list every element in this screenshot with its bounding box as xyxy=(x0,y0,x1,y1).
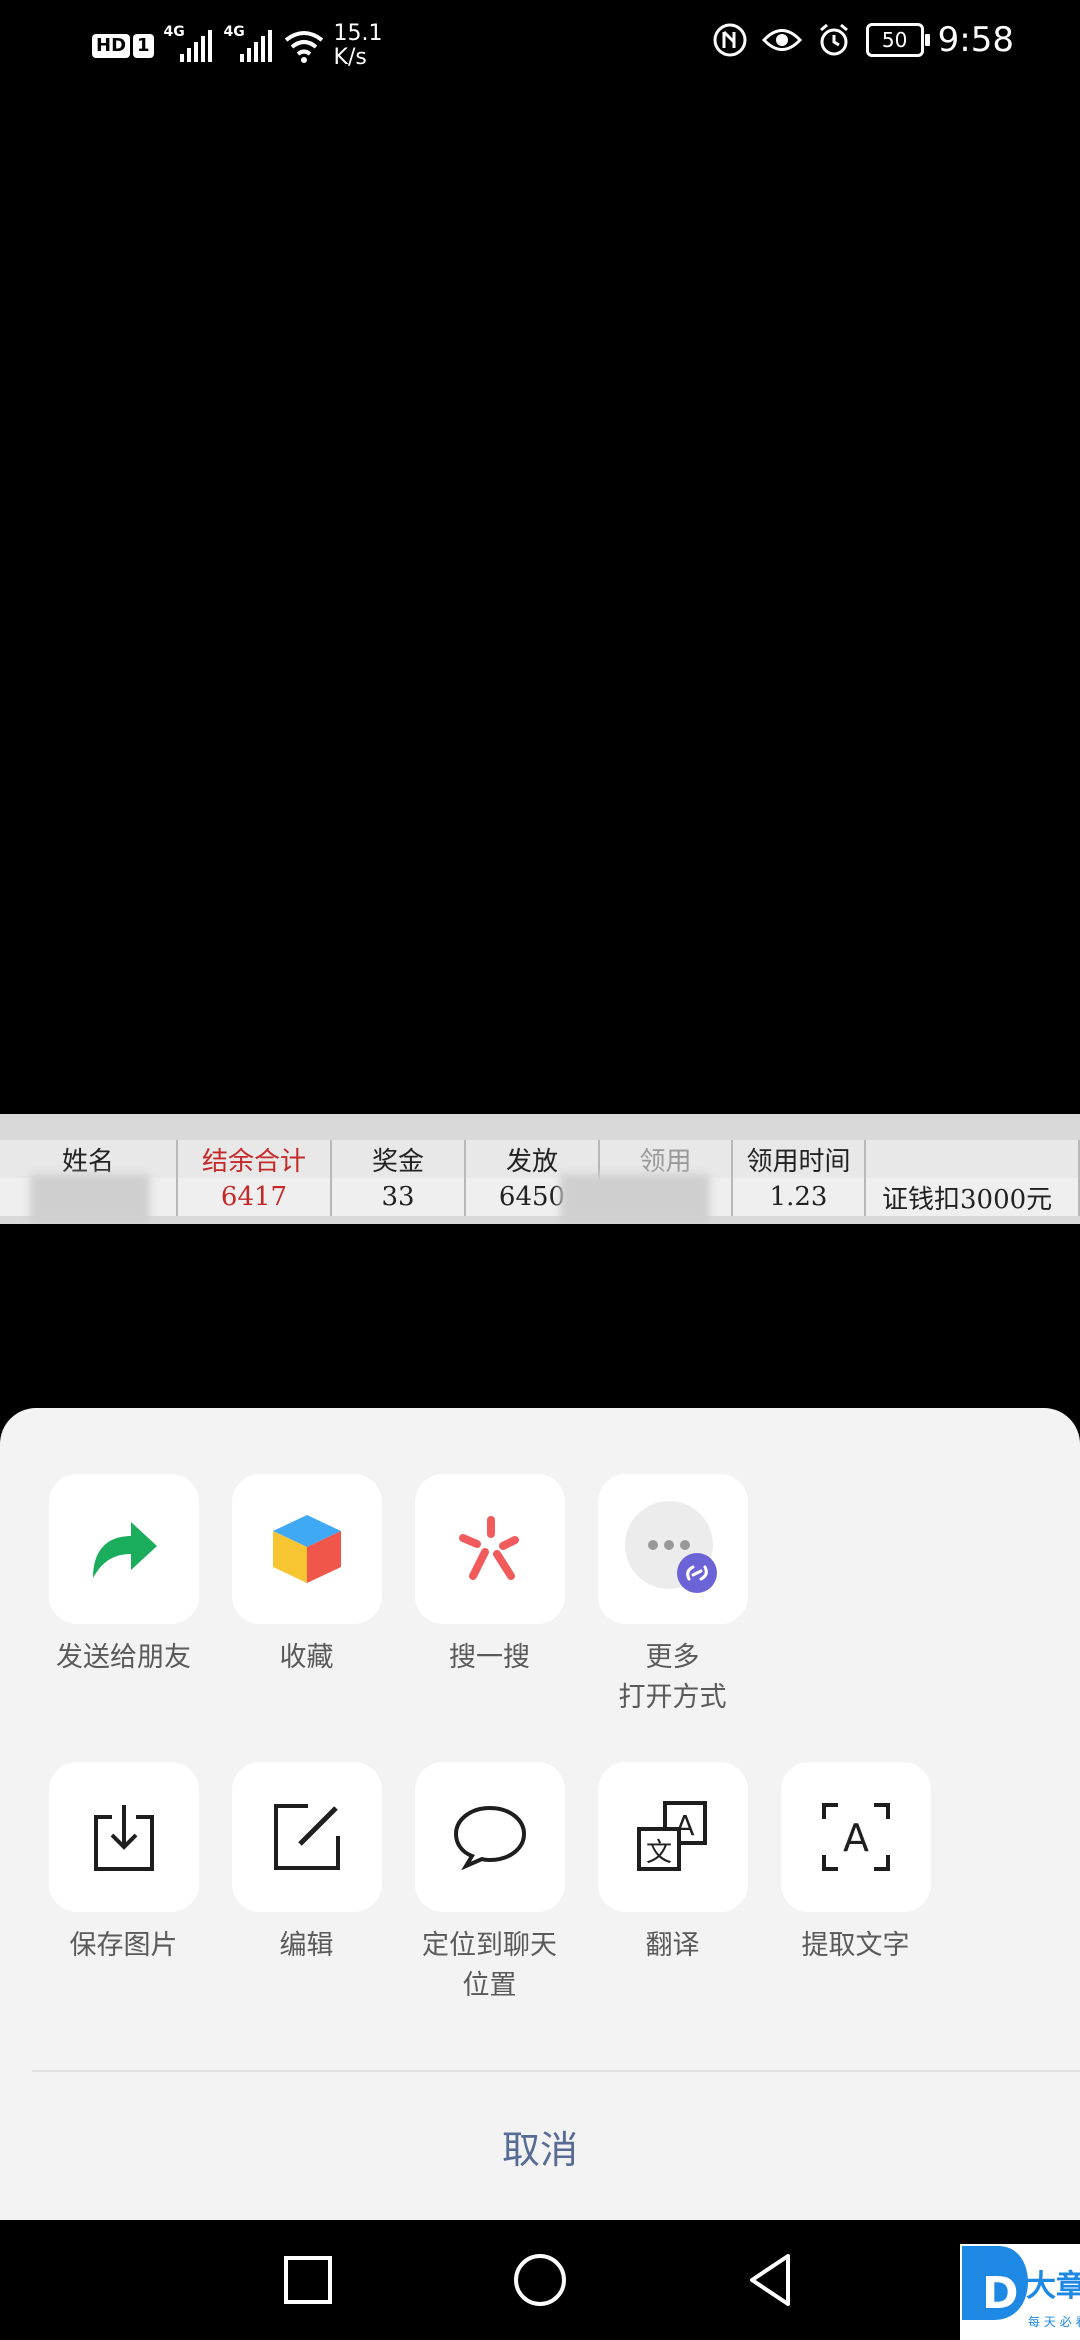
edit-button[interactable]: 编辑 xyxy=(215,1762,398,2006)
more-open-with-tile[interactable] xyxy=(597,1474,748,1624)
share-option-label: 翻译 xyxy=(645,1930,700,1961)
share-row-2: 保存图片 编辑 定位到聊天 位置 A 文 翻译 A 提取文字 xyxy=(32,1762,947,2006)
svg-text:A: A xyxy=(843,1816,869,1860)
signal-icon-1: 4G xyxy=(164,24,214,66)
forward-arrow-icon xyxy=(92,1522,157,1578)
watermark-tagline: 每 天 必 看 xyxy=(1028,2314,1080,2329)
more-open-with-button[interactable]: 更多 打开方式 xyxy=(581,1474,764,1718)
extract-text-icon: A xyxy=(821,1803,890,1871)
search-spark-icon xyxy=(458,1516,519,1580)
clock: 9:58 xyxy=(937,20,1014,60)
send-to-friend-button[interactable]: 发送给朋友 xyxy=(32,1474,215,1718)
hd-indicator: HD 1 xyxy=(92,34,154,58)
sheet-header-cell: 领用时间 xyxy=(733,1140,866,1178)
share-option-label: 发送给朋友 xyxy=(56,1642,191,1673)
home-icon[interactable] xyxy=(508,2248,572,2312)
wifi-icon xyxy=(284,31,323,63)
share-sheet: 发送给朋友 收藏 搜一搜 更多 打开方式 保存图片 编辑 定位到聊天 位置 A … xyxy=(0,1408,1080,2220)
more-open-with-icon xyxy=(624,1501,717,1593)
favorites-cube-icon xyxy=(272,1515,341,1583)
translate-icon: A 文 xyxy=(636,1801,707,1871)
watermark-brand: 大章丘 xyxy=(1026,2269,1080,2304)
edit-tile[interactable] xyxy=(231,1762,382,1912)
share-row-1: 发送给朋友 收藏 搜一搜 更多 打开方式 xyxy=(32,1474,764,1718)
share-option-label: 提取文字 xyxy=(801,1930,910,1961)
nfc-icon xyxy=(713,23,747,57)
share-option-label: 更多 打开方式 xyxy=(618,1642,727,1713)
locate-in-chat-button[interactable]: 定位到聊天 位置 xyxy=(398,1762,581,2006)
blurred-region xyxy=(560,1174,710,1224)
sheet-header-cell: 发放 xyxy=(466,1140,600,1178)
search-button[interactable]: 搜一搜 xyxy=(398,1474,581,1718)
chat-bubble-icon xyxy=(453,1805,526,1870)
edit-icon xyxy=(273,1804,340,1870)
translate-tile[interactable]: A 文 xyxy=(597,1762,748,1912)
sheet-header-cell: 结余合计 xyxy=(178,1140,332,1178)
battery-icon: 50 xyxy=(865,23,930,57)
extract-text-button[interactable]: A 提取文字 xyxy=(764,1762,947,2006)
hd-label: HD xyxy=(92,34,131,58)
svg-text:文: 文 xyxy=(645,1838,671,1868)
search-tile[interactable] xyxy=(414,1474,565,1624)
image-preview[interactable]: 姓名 结余合计 奖金 发放 领用 领用时间 6417 33 6450 1.23 … xyxy=(0,1114,1080,1224)
back-icon[interactable] xyxy=(740,2248,804,2312)
eye-comfort-icon xyxy=(761,29,802,51)
share-option-label: 保存图片 xyxy=(69,1930,178,1961)
sheet-cell: 1.23 xyxy=(733,1178,866,1216)
send-to-friend-tile[interactable] xyxy=(48,1474,199,1624)
save-image-button[interactable]: 保存图片 xyxy=(32,1762,215,2006)
save-image-icon xyxy=(93,1805,154,1871)
locate-in-chat-tile[interactable] xyxy=(414,1762,565,1912)
sheet-cell: 证钱扣3000元 xyxy=(866,1178,1080,1216)
save-image-tile[interactable] xyxy=(48,1762,199,1912)
sheet-cell: 6417 xyxy=(178,1178,332,1216)
sheet-header-cell: 领用 xyxy=(600,1140,733,1178)
recents-icon[interactable] xyxy=(276,2248,340,2312)
extract-text-tile[interactable]: A xyxy=(780,1762,931,1912)
sheet-header-row: 姓名 结余合计 奖金 发放 领用 领用时间 xyxy=(0,1140,1080,1178)
signal-icon-2: 4G xyxy=(224,24,274,66)
status-right: 50 9:58 xyxy=(712,20,1014,60)
favorites-button[interactable]: 收藏 xyxy=(215,1474,398,1718)
sheet-cell: 33 xyxy=(332,1178,466,1216)
share-option-label: 搜一搜 xyxy=(449,1642,530,1673)
status-bar: HD 1 4G 4G 15.1 K/s 50 9:58 xyxy=(0,0,1080,84)
sheet-header-cell: 姓名 xyxy=(0,1140,178,1178)
share-option-label: 收藏 xyxy=(279,1642,334,1673)
favorites-tile[interactable] xyxy=(231,1474,382,1624)
sim-label: 1 xyxy=(133,34,154,58)
sheet-header-cell xyxy=(866,1140,1080,1178)
share-option-label: 定位到聊天 位置 xyxy=(422,1930,557,2001)
alarm-icon xyxy=(819,23,848,56)
watermark-logo: D 大章丘 每 天 必 看 xyxy=(960,2244,1080,2340)
sheet-data-row: 6417 33 6450 1.23 证钱扣3000元 xyxy=(0,1178,1080,1216)
share-option-label: 编辑 xyxy=(279,1930,334,1961)
network-speed: 15.1 K/s xyxy=(333,21,383,70)
status-left: HD 1 4G 4G 15.1 K/s xyxy=(92,22,383,70)
blurred-region xyxy=(30,1174,150,1224)
svg-text:D: D xyxy=(982,2268,1019,2319)
sheet-header-cell: 奖金 xyxy=(332,1140,466,1178)
translate-button[interactable]: A 文 翻译 xyxy=(581,1762,764,2006)
